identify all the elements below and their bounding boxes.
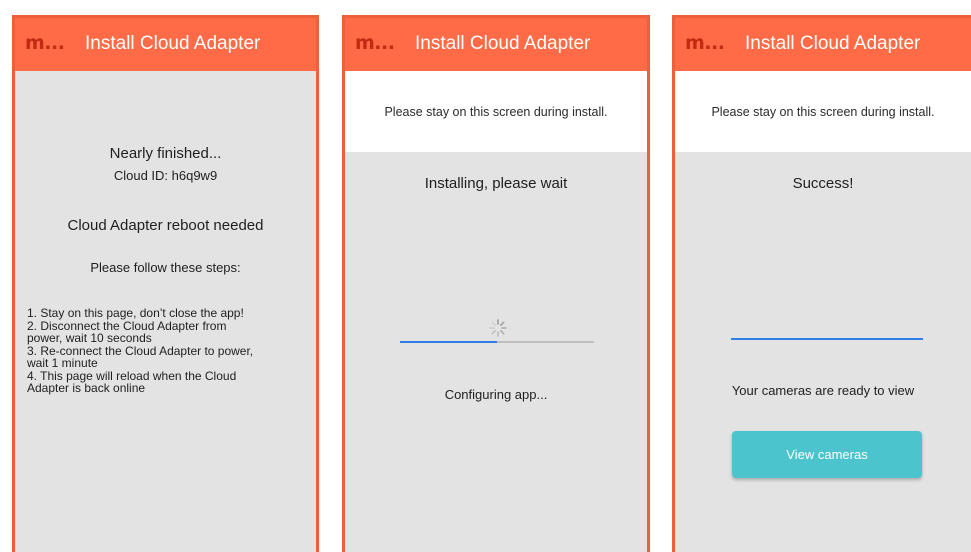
install-notice: Please stay on this screen during instal… [345, 71, 647, 152]
app-header: m... Install Cloud Adapter [345, 18, 647, 71]
screen-reboot-needed: m... Install Cloud Adapter Nearly finish… [12, 15, 319, 552]
success-heading: Success! [792, 175, 854, 192]
list-item: wait 1 minute [27, 356, 98, 370]
install-progress-bar [731, 338, 923, 340]
brand-logo: m... [685, 32, 725, 54]
list-item: 1. Stay on this page, don’t close the ap… [27, 306, 244, 320]
view-cameras-button[interactable]: View cameras [732, 431, 922, 478]
screen-success: m... Install Cloud Adapter Please stay o… [672, 15, 971, 552]
install-notice: Please stay on this screen during instal… [675, 71, 971, 152]
list-item: Adapter is back online [27, 381, 146, 395]
loading-spinner-icon [489, 319, 507, 337]
reboot-heading: Cloud Adapter reboot needed [67, 217, 264, 234]
progress-fill [731, 338, 923, 340]
app-header: m... Install Cloud Adapter [15, 18, 316, 71]
ready-message: Your cameras are ready to view [731, 383, 915, 398]
app-header: m... Install Cloud Adapter [675, 18, 971, 71]
cloud-id-label: Cloud ID: h6q9w9 [113, 168, 218, 183]
install-progress-bar [400, 341, 594, 343]
brand-logo: m... [25, 32, 65, 54]
instructions-label: Please follow these steps: [90, 260, 241, 275]
screen-installing: m... Install Cloud Adapter Please stay o… [342, 15, 650, 552]
steps-list: 1. Stay on this page, don’t close the ap… [27, 307, 289, 395]
progress-fill [400, 341, 497, 343]
page-title: Install Cloud Adapter [415, 33, 591, 54]
list-item: power, wait 10 seconds [27, 331, 152, 345]
status-heading: Nearly finished... [109, 145, 222, 162]
installing-heading: Installing, please wait [424, 175, 568, 192]
status-text: Configuring app... [444, 387, 548, 402]
brand-logo: m... [355, 32, 395, 54]
page-title: Install Cloud Adapter [745, 33, 921, 54]
page-title: Install Cloud Adapter [85, 33, 261, 54]
